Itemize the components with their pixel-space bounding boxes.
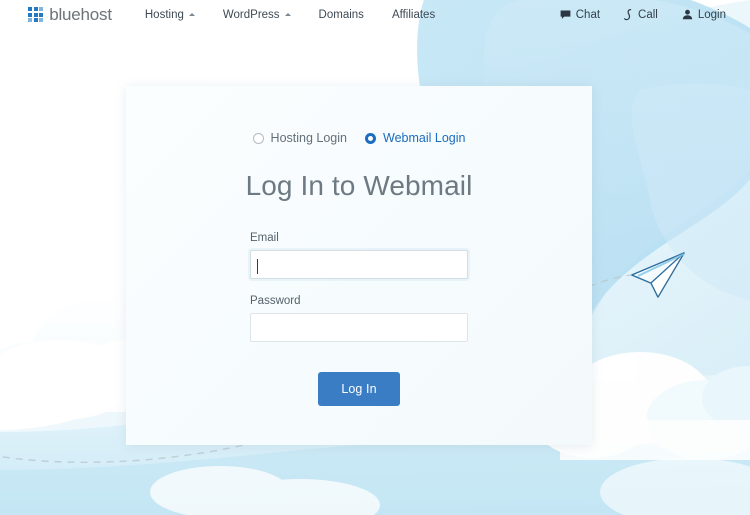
text-cursor	[257, 259, 258, 274]
nav-item-affiliates[interactable]: Affiliates	[392, 9, 435, 21]
primary-nav-links: Hosting WordPress Domains Affiliates	[145, 9, 435, 21]
bluehost-logo[interactable]: bluehost	[28, 5, 112, 25]
password-field-block: Password	[250, 295, 468, 342]
radio-option-webmail-login-label: Webmail Login	[383, 131, 466, 145]
radio-circle-icon	[252, 132, 264, 144]
password-input[interactable]	[250, 313, 468, 342]
page-title: Log In to Webmail	[245, 170, 473, 201]
chat-label: Chat	[575, 8, 601, 21]
email-field-label: Email	[250, 232, 279, 244]
nav-item-affiliates-label: Affiliates	[391, 8, 436, 21]
caret-up-icon	[188, 13, 195, 16]
radio-circle-filled-icon	[365, 132, 376, 144]
radio-option-hosting-login-label: Hosting Login	[270, 131, 347, 145]
login-button[interactable]: Login	[682, 9, 726, 21]
login-label: Login	[697, 8, 726, 21]
submit-row: Log In	[250, 372, 468, 406]
radio-option-hosting-login[interactable]: Hosting Login	[252, 131, 347, 145]
phone-icon	[624, 8, 632, 20]
nav-item-hosting-label: Hosting	[144, 8, 184, 21]
nav-item-domains[interactable]: Domains	[319, 9, 364, 21]
nav-item-domains-label: Domains	[318, 8, 364, 21]
login-form: Email Password Log In	[250, 232, 468, 406]
login-type-radio-group: Hosting Login Webmail Login	[126, 131, 592, 145]
log-in-submit-button[interactable]: Log In	[318, 372, 400, 406]
nav-left-group: bluehost Hosting WordPress Domains Affil…	[28, 5, 435, 25]
email-input[interactable]	[250, 250, 468, 279]
login-page: bluehost Hosting WordPress Domains Affil…	[0, 0, 750, 515]
nav-item-wordpress-label: WordPress	[222, 8, 280, 21]
nav-utility-group: Chat Call Login	[560, 8, 726, 21]
radio-option-webmail-login[interactable]: Webmail Login	[365, 131, 465, 145]
grid-squares-icon	[28, 6, 44, 23]
call-label: Call	[638, 8, 658, 21]
login-card: Hosting Login Webmail Login Log In to We…	[126, 86, 592, 445]
top-navigation-bar: bluehost Hosting WordPress Domains Affil…	[0, 0, 750, 29]
email-field-block: Email	[250, 232, 468, 279]
person-icon	[682, 9, 693, 20]
chat-button[interactable]: Chat	[560, 9, 600, 21]
logo-wordmark: bluehost	[49, 4, 112, 24]
nav-item-hosting[interactable]: Hosting	[145, 9, 195, 21]
caret-up-icon	[284, 13, 291, 16]
password-field-label: Password	[250, 295, 301, 307]
speech-bubble-icon	[560, 10, 571, 19]
call-button[interactable]: Call	[624, 8, 658, 21]
nav-item-wordpress[interactable]: WordPress	[223, 9, 291, 21]
